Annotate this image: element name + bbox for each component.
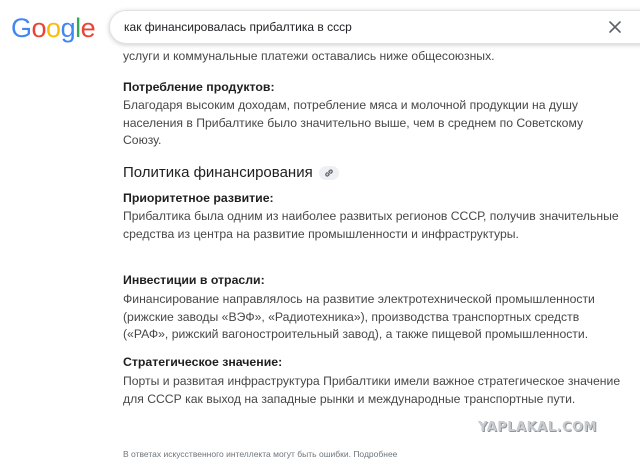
investments-label: Инвестиции в отрасли: [123, 273, 265, 287]
strategic-label: Стратегическое значение: [123, 355, 283, 369]
clear-search-button[interactable] [602, 14, 628, 40]
logo-letter: e [80, 13, 96, 43]
logo-letter: G [11, 13, 32, 43]
section-title: Политика финансирования [123, 164, 313, 181]
section-link-button[interactable] [318, 166, 339, 180]
logo-letter: o [46, 13, 61, 43]
strategic-text: Порты и развитая инфраструктура Прибалти… [123, 374, 621, 406]
consumption-text: Благодаря высоким доходам, потребление м… [123, 98, 584, 147]
logo-letter: g [60, 13, 76, 43]
priority-label: Приоритетное развитие: [123, 191, 274, 205]
intro-text: услуги и коммунальные платежи оставались… [123, 49, 495, 63]
watermark: YAPLAKAL.COM [478, 420, 597, 435]
close-icon [609, 21, 621, 33]
search-box [109, 10, 640, 44]
investments-text: Финансирование направлялось на развитие … [123, 292, 595, 341]
search-input[interactable] [124, 11, 574, 43]
logo-letter: o [31, 13, 47, 43]
google-logo[interactable]: Google [11, 12, 96, 44]
section-heading: Политика финансирования [123, 163, 339, 183]
ai-disclaimer[interactable]: В ответах искусственного интеллекта могу… [123, 449, 423, 459]
link-icon [324, 169, 333, 177]
consumption-label: Потребление продуктов: [123, 80, 275, 94]
priority-text: Прибалтика была одним из наиболее развит… [123, 209, 619, 241]
